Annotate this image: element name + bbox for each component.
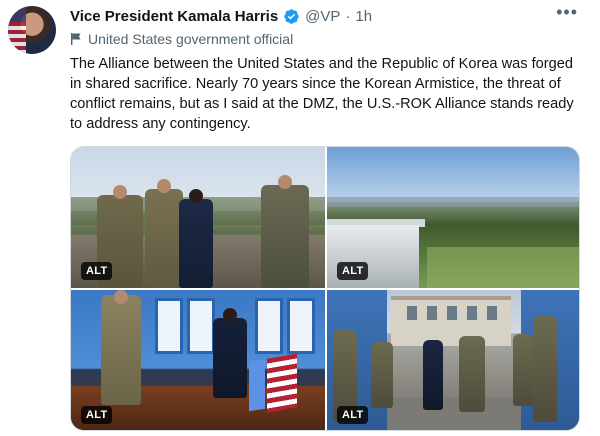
avatar-flag-graphic: [8, 6, 26, 54]
alt-badge[interactable]: ALT: [81, 406, 113, 424]
flag-icon: [71, 33, 81, 45]
tweet-time[interactable]: 1h: [355, 8, 372, 25]
photo-building-window: [447, 306, 457, 320]
photo-figure-head: [189, 189, 203, 203]
photo-figure-head: [157, 179, 171, 193]
verified-badge-icon[interactable]: [283, 8, 300, 25]
photo-figure-head: [223, 308, 237, 322]
photo-figure: [145, 189, 183, 288]
photo-building: [391, 296, 511, 346]
photo-figure-head: [278, 175, 292, 189]
alt-badge[interactable]: ALT: [337, 406, 369, 424]
media-photo-1[interactable]: ALT: [71, 147, 325, 288]
government-label[interactable]: United States government official: [70, 30, 293, 48]
photo-figure: [533, 316, 557, 422]
alt-badge[interactable]: ALT: [81, 262, 113, 280]
photo-field: [427, 247, 579, 288]
photo-building-window: [467, 306, 477, 320]
photo-un-flag: [249, 358, 265, 412]
photo-building-window: [487, 306, 497, 320]
media-grid: ALT ALT ALT ALT: [70, 146, 580, 431]
photo-figure: [261, 185, 309, 288]
media-photo-4[interactable]: ALT: [327, 290, 579, 430]
tweet-card[interactable]: Vice President Kamala Harris @VP · 1h ••…: [0, 0, 600, 436]
photo-building-window: [407, 306, 417, 320]
photo-figure: [101, 295, 141, 405]
photo-window: [287, 298, 315, 354]
more-horizontal-icon[interactable]: •••: [556, 2, 578, 23]
alt-badge[interactable]: ALT: [337, 262, 369, 280]
photo-figure: [371, 342, 393, 408]
media-photo-2[interactable]: ALT: [327, 147, 579, 288]
photo-figure: [179, 199, 213, 288]
author-name[interactable]: Vice President Kamala Harris: [70, 8, 278, 25]
photo-building-window: [427, 306, 437, 320]
government-label-text: United States government official: [88, 31, 294, 47]
photo-window: [187, 298, 215, 354]
photo-us-flag: [267, 353, 297, 413]
author-handle[interactable]: @VP: [305, 8, 340, 25]
photo-figure-head: [113, 185, 127, 199]
tweet-header: Vice President Kamala Harris @VP · 1h: [70, 6, 372, 26]
photo-mountains: [327, 197, 579, 207]
tweet-text: The Alliance between the United States a…: [70, 56, 574, 132]
photo-window: [155, 298, 183, 354]
photo-figure: [513, 334, 533, 406]
photo-figure-head: [114, 290, 128, 304]
separator-dot: ·: [345, 7, 351, 25]
photo-figure: [213, 318, 247, 398]
photo-figure: [423, 340, 443, 410]
media-photo-3[interactable]: ALT: [71, 290, 325, 430]
photo-figure: [459, 336, 485, 412]
author-avatar[interactable]: [8, 6, 56, 54]
photo-window: [255, 298, 283, 354]
